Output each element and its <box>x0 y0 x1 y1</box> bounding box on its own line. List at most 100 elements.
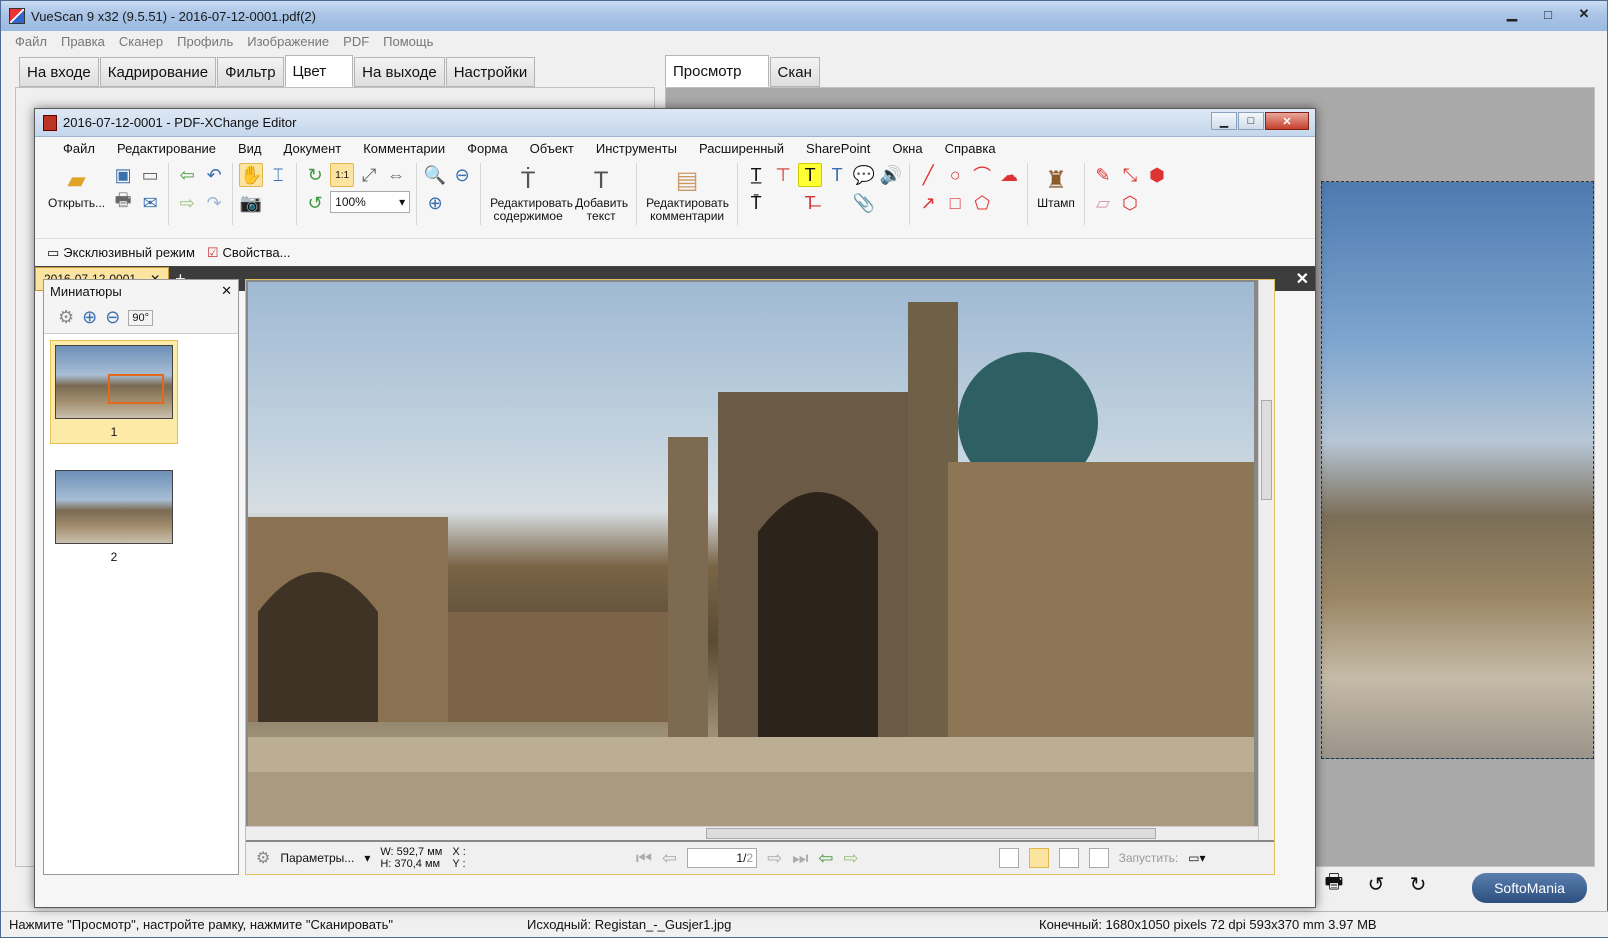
menu-windows[interactable]: Окна <box>892 141 922 156</box>
enlarge-thumbs-icon[interactable]: ⊕ <box>82 307 97 328</box>
menu-profile[interactable]: Профиль <box>177 34 233 49</box>
strikeout-icon[interactable]: T̶ <box>798 191 822 215</box>
menu-help[interactable]: Справка <box>945 141 996 156</box>
chevron-down-icon[interactable]: ▾ <box>364 851 370 865</box>
menu-form[interactable]: Форма <box>467 141 508 156</box>
textbox-icon[interactable]: T̄ <box>744 191 768 215</box>
callout-icon[interactable]: ⊤ <box>771 163 795 187</box>
line-icon[interactable]: ╱ <box>916 163 940 187</box>
menu-advanced[interactable]: Расширенный <box>699 141 784 156</box>
close-document-icon[interactable]: ✕ <box>1296 269 1309 289</box>
arrow-icon[interactable]: ↗ <box>916 191 940 215</box>
page-number-field[interactable]: 1/2 <box>687 848 758 868</box>
menu-comments[interactable]: Комментарии <box>363 141 445 156</box>
scan-icon[interactable]: ▭ <box>138 163 162 187</box>
properties-button[interactable]: ☑ Свойства... <box>207 245 291 261</box>
cloud-icon[interactable]: ☁ <box>997 163 1021 187</box>
menu-file[interactable]: Файл <box>15 34 47 49</box>
shrink-thumbs-icon[interactable]: ⊖ <box>105 307 120 328</box>
next-page-icon[interactable]: ⇨ <box>767 848 782 869</box>
maximize-icon[interactable]: □ <box>1238 112 1264 130</box>
prev-view-icon[interactable]: ⇦ <box>818 848 833 869</box>
tab-preview[interactable]: Просмотр <box>665 55 769 87</box>
zoom-out-icon[interactable]: ⊖ <box>450 163 474 187</box>
rotate-right-icon[interactable]: ↻ <box>1403 869 1433 899</box>
maximize-icon[interactable]: □ <box>1531 3 1565 25</box>
rotate-90-icon[interactable]: 90° <box>128 309 153 326</box>
close-icon[interactable]: ✕ <box>1265 112 1309 130</box>
minimize-icon[interactable]: ▁ <box>1495 3 1529 25</box>
thumbnail-page-1[interactable]: 1 <box>50 340 178 444</box>
menu-object[interactable]: Объект <box>530 141 574 156</box>
typewriter-icon[interactable]: T̲ <box>744 163 768 187</box>
menu-help[interactable]: Помощь <box>383 34 433 49</box>
last-page-icon[interactable]: ⏭ <box>792 848 808 869</box>
first-page-icon[interactable]: ⏮ <box>636 848 652 869</box>
horizontal-scrollbar[interactable] <box>246 826 1258 840</box>
eraser-icon[interactable]: ▱ <box>1091 191 1115 215</box>
menu-sharepoint[interactable]: SharePoint <box>806 141 870 156</box>
continuous-icon[interactable] <box>1028 848 1049 868</box>
oval-icon[interactable]: ○ <box>943 163 967 187</box>
menu-edit[interactable]: Правка <box>61 34 105 49</box>
thumbnail-page-2[interactable]: 2 <box>50 466 178 564</box>
polygon-icon[interactable]: ⬠ <box>970 191 994 215</box>
highlight-icon[interactable]: T <box>798 163 823 187</box>
facing-continuous-icon[interactable] <box>1088 848 1109 868</box>
add-text-button[interactable]: T Добавить текст <box>572 163 630 225</box>
vertical-scrollbar[interactable] <box>1258 280 1274 840</box>
vuescan-title-bar[interactable]: VueScan 9 x32 (9.5.51) - 2016-07-12-0001… <box>1 1 1607 31</box>
params-button[interactable]: Параметры... <box>280 851 354 865</box>
menu-edit[interactable]: Редактирование <box>117 141 216 156</box>
sound-icon[interactable]: 🔊 <box>879 163 903 187</box>
page-image[interactable] <box>248 282 1254 828</box>
menu-file[interactable]: Файл <box>63 141 95 156</box>
tab-crop[interactable]: Кадрирование <box>99 57 217 87</box>
select-text-icon[interactable]: ⌶ <box>266 163 290 187</box>
rotate-cw-icon[interactable]: ↻ <box>303 163 327 187</box>
sticky-note-icon[interactable]: 💬 <box>852 163 876 187</box>
stamp-button[interactable]: ♜ Штамп <box>1034 163 1078 212</box>
print-icon[interactable]: 🖶 <box>1319 869 1349 899</box>
snapshot-icon[interactable]: 📷 <box>239 191 263 215</box>
export-icon[interactable]: ⇨ <box>175 191 199 215</box>
undo-icon[interactable]: ↶ <box>202 163 226 187</box>
next-view-icon[interactable]: ⇨ <box>844 848 859 869</box>
pencil-icon[interactable]: ✎ <box>1091 163 1115 187</box>
menu-document[interactable]: Документ <box>284 141 342 156</box>
print-icon[interactable]: 🖶 <box>111 190 135 215</box>
zoom-in-icon[interactable]: ⊕ <box>423 191 447 215</box>
exclusive-mode-button[interactable]: ▭ Эксклюзивный режим <box>47 245 195 261</box>
preview-image[interactable] <box>1321 181 1594 759</box>
tab-prefs[interactable]: Настройки <box>445 57 536 87</box>
vertical-scroll-thumb[interactable] <box>1261 400 1272 500</box>
fit-width-icon[interactable]: ⇔ <box>384 163 408 187</box>
zoom-tool-icon[interactable]: 🔍 <box>423 163 447 187</box>
hand-tool-icon[interactable]: ✋ <box>239 163 264 187</box>
menu-view[interactable]: Вид <box>238 141 262 156</box>
horizontal-scroll-thumb[interactable] <box>706 828 1156 839</box>
tab-output[interactable]: На выходе <box>354 57 445 87</box>
actual-size-icon[interactable]: 1:1 <box>330 163 355 187</box>
rectangle-icon[interactable]: □ <box>943 191 967 215</box>
text-icon[interactable]: T <box>825 163 849 187</box>
polyline-icon[interactable]: ⌒ <box>970 163 994 187</box>
email-icon[interactable]: ✉ <box>138 191 162 215</box>
rotate-ccw-icon[interactable]: ↺ <box>303 191 327 215</box>
gear-icon[interactable]: ⚙ <box>256 848 270 868</box>
tab-color[interactable]: Цвет <box>284 55 354 87</box>
tab-filter[interactable]: Фильтр <box>217 57 284 87</box>
fit-page-icon[interactable]: ⤢ <box>357 163 381 187</box>
tab-scan[interactable]: Скан <box>769 57 820 87</box>
launch-app-icon[interactable]: ▭▾ <box>1188 851 1205 865</box>
prev-page-icon[interactable]: ⇦ <box>662 848 677 869</box>
facing-icon[interactable] <box>1058 848 1079 868</box>
menu-scanner[interactable]: Сканер <box>119 34 163 49</box>
document-view[interactable]: ⚙ Параметры... ▾ W: 592,7 мм H: 370,4 мм… <box>245 279 1275 875</box>
tab-input[interactable]: На входе <box>19 57 99 87</box>
edit-comments-button[interactable]: ▤ Редактировать комментарии <box>643 163 731 225</box>
attachment-icon[interactable]: 📎 <box>852 191 876 215</box>
redo-icon[interactable]: ↷ <box>202 191 226 215</box>
close-panel-icon[interactable]: ✕ <box>221 283 232 299</box>
single-page-icon[interactable] <box>998 848 1019 868</box>
